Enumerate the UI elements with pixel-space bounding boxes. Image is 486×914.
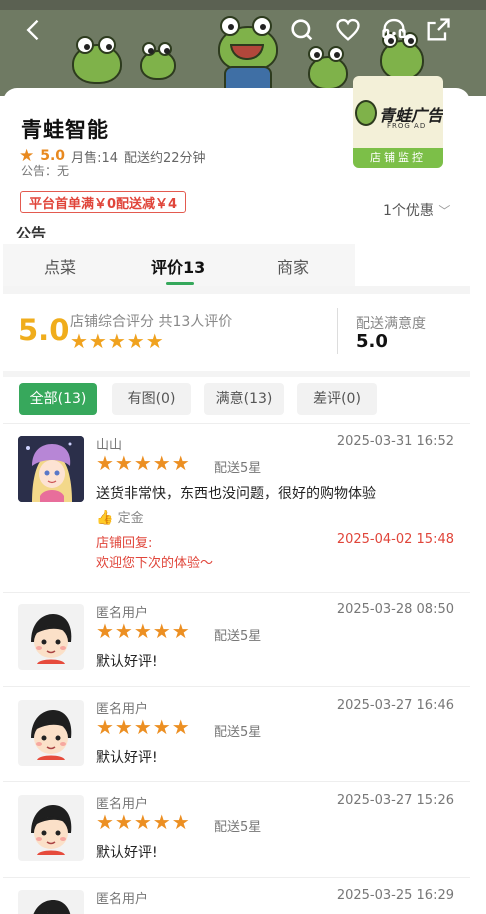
tab-bar: 点菜 评价13 商家 — [3, 244, 355, 286]
avatar[interactable] — [18, 436, 84, 502]
merchant-reply-date: 2025-04-02 15:48 — [336, 532, 454, 547]
status-bar — [0, 0, 486, 10]
score-label: 店铺综合评分 共13人评价 — [70, 314, 233, 330]
default-avatar-icon — [31, 805, 72, 855]
store-notice: 公告：无 — [21, 164, 70, 178]
frog-eye — [142, 42, 156, 56]
frog-eye — [158, 42, 172, 56]
frog-eye — [220, 16, 240, 36]
search-icon — [291, 19, 313, 41]
overall-score: 5.0 — [18, 313, 70, 347]
divider-line — [3, 423, 470, 424]
review-text: 默认好评! — [96, 654, 158, 670]
store-name: 青蛙智能 — [21, 118, 109, 142]
logo-subtitle: FROG AD — [387, 122, 427, 130]
headset-icon — [382, 18, 406, 39]
review-tag-label: 定金 — [117, 511, 144, 526]
notice-heading: 公告 — [16, 225, 47, 238]
section-divider — [3, 286, 470, 294]
divider-line — [3, 686, 470, 687]
store-logo[interactable]: 青蛙广告 FROG AD 店铺监控 — [353, 76, 443, 168]
review-delivery-rating: 配送5星 — [214, 461, 262, 476]
tab-reviews[interactable]: 评价13 — [151, 254, 205, 278]
heart-icon — [336, 18, 360, 41]
chevron-down-icon: ﹀ — [438, 204, 451, 218]
frog-eye — [308, 46, 324, 62]
frog-eye — [98, 36, 116, 54]
review-stars: ★★★★★ — [96, 619, 191, 643]
default-avatar-icon — [33, 900, 71, 914]
delivery-satisfaction-label: 配送满意度 — [356, 316, 426, 332]
review-date: 2025-03-27 16:46 — [336, 698, 454, 713]
merchant-reply-text: 欢迎您下次的体验～ — [96, 556, 214, 571]
frog-eye — [76, 36, 94, 54]
chevron-left-icon — [26, 19, 39, 41]
active-tab-indicator — [166, 282, 194, 285]
coupon-link[interactable]: 1个优惠 ﹀ — [383, 200, 450, 220]
frog-eye — [252, 16, 272, 36]
delivery-satisfaction-score: 5.0 — [356, 331, 388, 352]
review-date: 2025-03-31 16:52 — [336, 434, 454, 449]
coupon-label: 1个优惠 — [383, 203, 434, 219]
divider-line — [3, 781, 470, 782]
default-avatar-icon — [31, 710, 72, 760]
avatar[interactable] — [18, 700, 84, 766]
review-item: 匿名用户 2025-03-27 16:46 ★★★★★ 配送5星 默认好评! — [0, 690, 470, 784]
promo-badge[interactable]: 平台首单满￥0配送减￥4 — [20, 191, 187, 213]
review-date: 2025-03-28 08:50 — [336, 602, 454, 617]
review-text: 默认好评! — [96, 750, 158, 766]
score-stars: ★★★★★ — [70, 329, 165, 353]
review-delivery-rating: 配送5星 — [214, 725, 262, 740]
logo-bar: 店铺监控 — [353, 148, 443, 168]
divider-line — [3, 592, 470, 593]
review-item: 匿名用户 2025-03-27 15:26 ★★★★★ 配送5星 默认好评! — [0, 785, 470, 879]
avatar[interactable] — [18, 890, 84, 914]
tab-menu[interactable]: 点菜 — [44, 254, 76, 278]
review-tag[interactable]: 👍 定金 — [96, 507, 144, 526]
avatar[interactable] — [18, 604, 84, 670]
review-delivery-rating: 配送5星 — [214, 820, 262, 835]
thumbs-up-icon: 👍 — [96, 510, 114, 526]
default-avatar-icon — [31, 614, 72, 664]
review-stars: ★★★★★ — [96, 451, 191, 475]
search-button[interactable] — [286, 14, 318, 46]
filter-all[interactable]: 全部(13) — [19, 383, 97, 415]
frog-logo-icon — [355, 100, 377, 126]
customer-service-button[interactable] — [378, 14, 410, 46]
avatar[interactable] — [18, 795, 84, 861]
tab-merchant[interactable]: 商家 — [277, 254, 309, 278]
review-stars: ★★★★★ — [96, 715, 191, 739]
monthly-sales: 月售:14 — [71, 150, 118, 166]
anime-avatar-image — [18, 436, 84, 502]
review-item: 匿名用户 2025-03-28 08:50 ★★★★★ 配送5星 默认好评! — [0, 594, 470, 688]
review-username: 匿名用户 — [96, 892, 149, 907]
favorite-button[interactable] — [332, 14, 364, 46]
review-text: 默认好评! — [96, 845, 158, 861]
back-button[interactable] — [18, 14, 50, 46]
review-text: 送货非常快，东西也没问题，很好的购物体验 — [96, 486, 376, 502]
review-date: 2025-03-27 15:26 — [336, 793, 454, 808]
section-divider — [3, 371, 470, 377]
review-item: 匿名用户 2025-03-25 16:29 — [0, 880, 470, 914]
filter-with-photos[interactable]: 有图(0) — [112, 383, 191, 415]
share-icon — [427, 18, 450, 41]
frog-eye — [328, 46, 344, 62]
review-item: 山山 2025-03-31 16:52 ★★★★★ 配送5星 送货非常快，东西也… — [0, 426, 470, 586]
divider-line — [3, 877, 470, 878]
review-stars: ★★★★★ — [96, 810, 191, 834]
vertical-divider — [337, 308, 338, 354]
delivery-time: 配送约22分钟 — [124, 150, 206, 166]
filter-satisfied[interactable]: 满意(13) — [204, 383, 284, 415]
tab-bar-spacer — [355, 244, 471, 286]
filter-negative[interactable]: 差评(0) — [297, 383, 377, 415]
merchant-reply-label: 店铺回复: — [96, 536, 153, 551]
review-delivery-rating: 配送5星 — [214, 629, 262, 644]
review-date: 2025-03-25 16:29 — [336, 888, 454, 903]
share-button[interactable] — [422, 14, 454, 46]
